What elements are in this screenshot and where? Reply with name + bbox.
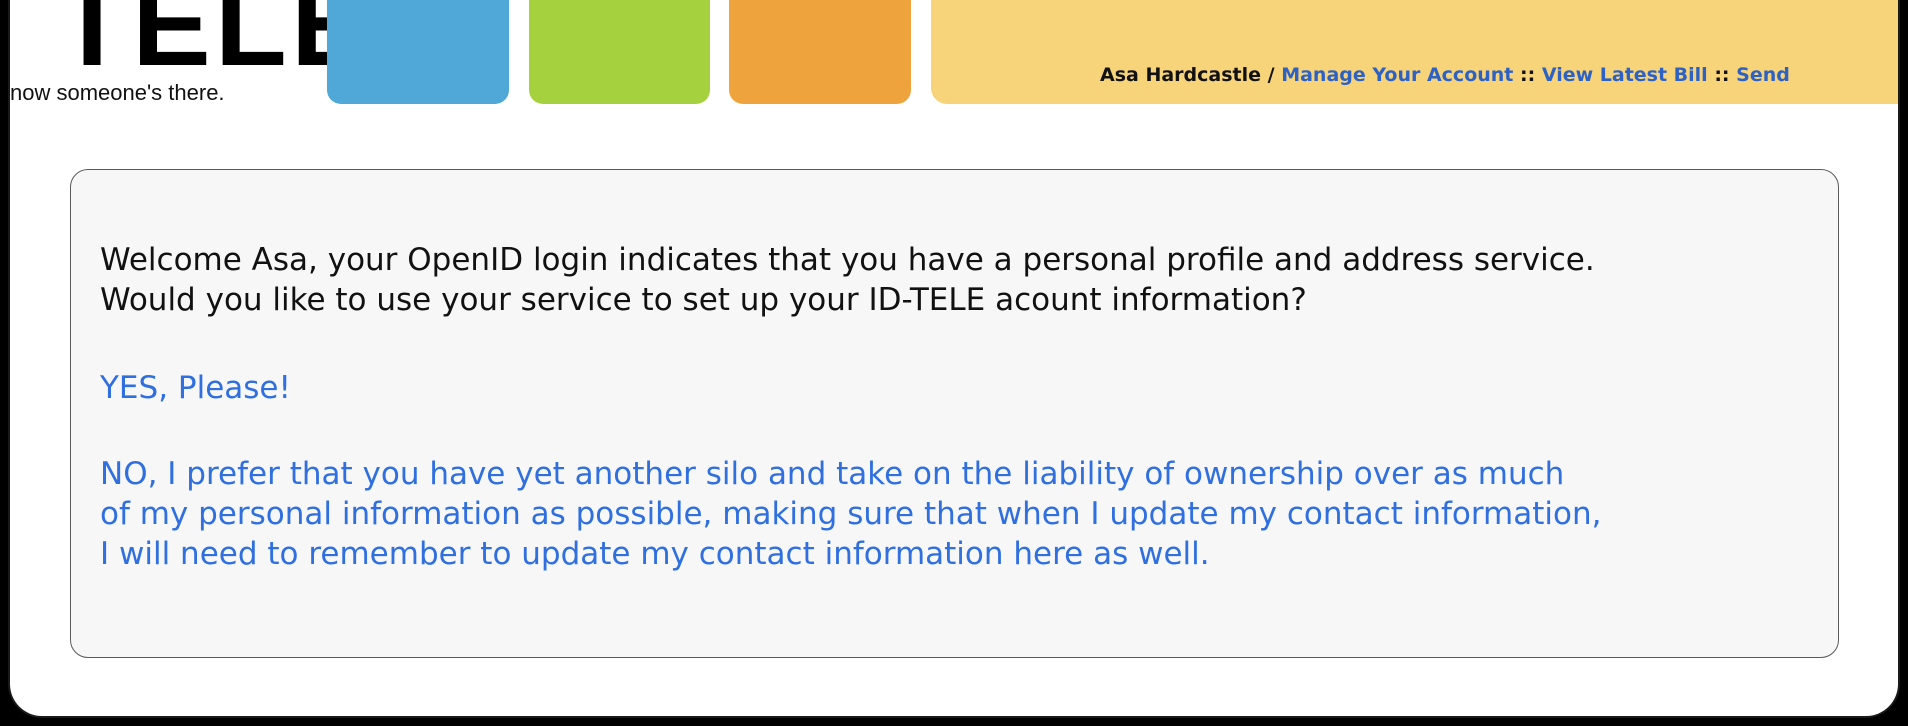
welcome-line: Would you like to use your service to se… — [100, 282, 1307, 318]
colon-separator: :: — [1513, 64, 1542, 86]
openid-prompt-panel: Welcome Asa, your OpenID login indicates… — [70, 169, 1839, 658]
send-link[interactable]: Send — [1736, 64, 1790, 86]
slash-separator: / — [1261, 64, 1282, 86]
screen: TELE now someone's there. Asa Hardcastle… — [0, 0, 1908, 726]
no-link-line[interactable]: of my personal information as possible, … — [100, 494, 1810, 534]
user-name: Asa Hardcastle — [1100, 64, 1262, 86]
green-nav-tile[interactable] — [529, 0, 710, 104]
manage-account-link[interactable]: Manage Your Account — [1281, 64, 1513, 86]
view-latest-bill-link[interactable]: View Latest Bill — [1542, 64, 1708, 86]
yes-please-link[interactable]: YES, Please! — [100, 368, 1810, 408]
logo-tagline: now someone's there. — [10, 80, 225, 105]
welcome-message: Welcome Asa, your OpenID login indicates… — [100, 240, 1810, 320]
browser-window: TELE now someone's there. Asa Hardcastle… — [8, 0, 1900, 718]
no-link-line[interactable]: I will need to remember to update my con… — [100, 534, 1810, 574]
welcome-line: Welcome Asa, your OpenID login indicates… — [100, 242, 1595, 278]
no-link-line[interactable]: NO, I prefer that you have yet another s… — [100, 454, 1810, 494]
tele-logo: TELE — [56, 0, 374, 91]
no-preference-link[interactable]: NO, I prefer that you have yet another s… — [100, 454, 1810, 574]
colon-separator: :: — [1707, 64, 1737, 86]
account-links: Asa Hardcastle / Manage Your Account :: … — [1100, 64, 1790, 86]
orange-nav-tile[interactable] — [729, 0, 911, 104]
account-bar — [931, 0, 1898, 104]
blue-nav-tile[interactable] — [327, 0, 509, 104]
